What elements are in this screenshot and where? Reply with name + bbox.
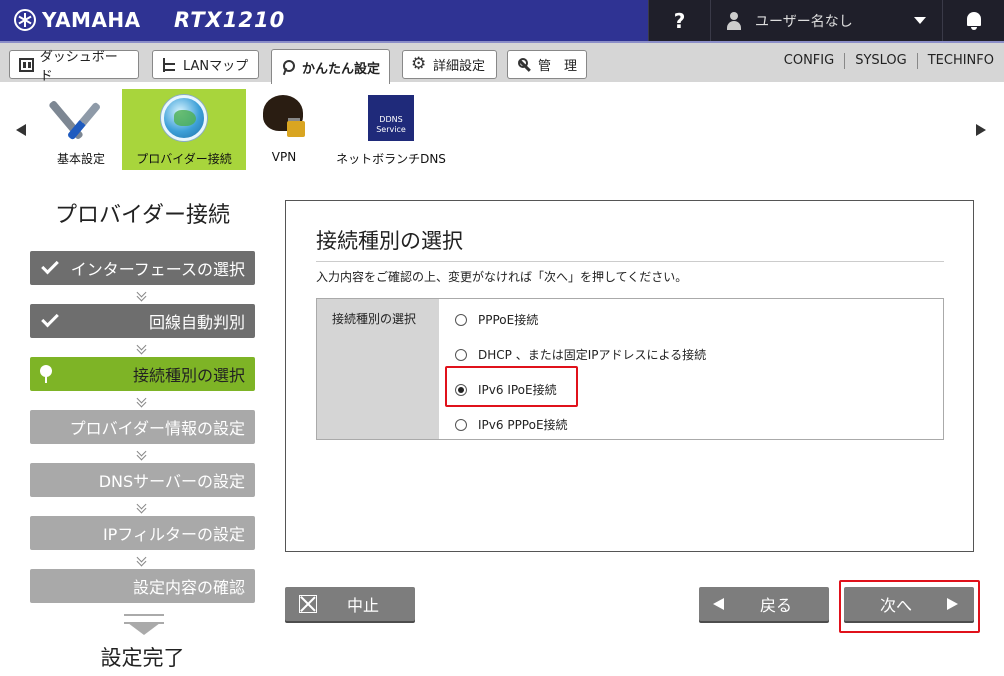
model-name: RTX1210 [174,8,286,32]
carousel-prev-arrow[interactable] [16,124,26,136]
step-confirm: 設定内容の確認 [30,569,255,603]
close-icon [299,595,317,613]
step-label: IPフィルターの設定 [102,525,245,544]
tab-label: かんたん設定 [302,61,381,77]
carousel-item-provider-connection[interactable]: プロバイダー接続 [122,89,246,170]
carousel-item-vpn[interactable]: VPN [254,89,314,170]
option-label: IPv6 PPPoE接続 [478,418,568,432]
highlight-box-selected-option [445,366,578,407]
pin-icon [40,365,52,383]
globe-icon [159,95,209,143]
tab-advanced-settings[interactable]: 詳細設定 [402,50,497,79]
header-right: ? ユーザー名なし [648,0,1004,41]
globe-graphic [161,95,207,141]
chevron-down-icon [137,556,147,566]
step-label: 接続種別の選択 [132,366,245,385]
radio-button[interactable] [455,313,467,326]
step-ip-filter: IPフィルターの設定 [30,516,255,550]
step-label: プロバイダー情報の設定 [69,419,245,438]
step-provider-info: プロバイダー情報の設定 [30,410,255,444]
techinfo-link[interactable]: TECHINFO [916,53,1004,69]
lan-map-icon [162,57,177,72]
radio-button[interactable] [455,348,467,361]
wizard-title: プロバイダー接続 [54,203,231,228]
notification-button[interactable] [942,0,1004,41]
field-label: 接続種別の選択 [317,299,439,439]
chevron-down-icon [137,291,147,301]
tab-label: ダッシュボード [39,49,118,84]
easy-setup-icon [281,60,296,74]
yamaha-tuning-fork-icon [14,9,36,31]
ddns-service-icon: DDNS Service [366,95,416,143]
user-icon [727,11,741,30]
vpn-lock-icon [259,95,309,143]
wrench-icon [517,57,532,72]
ddns-badge: DDNS Service [368,95,414,141]
chevron-down-icon [137,397,147,407]
top-header: YAMAHA RTX1210 ? ユーザー名なし [0,0,1004,41]
tab-management[interactable]: 管 理 [507,50,587,79]
tab-easy-setup[interactable]: かんたん設定 [271,49,390,84]
chevron-down-icon [914,17,926,24]
brand-name: YAMAHA [42,8,141,32]
step-label: インターフェースの選択 [70,260,245,279]
check-icon [41,309,59,328]
step-connection-type: 接続種別の選択 [30,357,255,391]
carousel-item-basic-settings[interactable]: 基本設定 [46,89,116,170]
tab-label: LANマップ [183,59,249,74]
connection-type-form: 接続種別の選択 PPPoE接続 DHCP 、または固定IPアドレスによる接続 I… [316,298,944,440]
chevron-down-icon [137,503,147,513]
highlight-box-next-button [839,580,980,633]
arrow-left-icon [713,598,724,610]
option-dhcp-static[interactable]: DHCP 、または固定IPアドレスによる接続 [455,346,706,363]
panel-title: 接続種別の選択 [316,225,944,262]
panel-description: 入力内容をご確認の上、変更がなければ「次へ」を押してください。 [316,270,688,284]
button-label: 戻る [760,596,793,615]
button-label: 中止 [347,596,380,615]
dashboard-icon [19,57,34,72]
bell-icon [966,11,982,30]
carousel-item-label: VPN [271,150,297,164]
tab-label: 管 理 [538,59,578,74]
step-complete: 設定完了 [100,646,185,670]
carousel-next-arrow[interactable] [976,124,986,136]
cancel-button[interactable]: 中止 [285,587,415,621]
chevron-down-icon [137,344,147,354]
option-ipv6-pppoe[interactable]: IPv6 PPPoE接続 [455,416,568,433]
option-label: PPPoE接続 [478,313,539,327]
connection-type-panel: 接続種別の選択 入力内容をご確認の上、変更がなければ「次へ」を押してください。 … [285,200,974,552]
back-button[interactable]: 戻る [699,587,829,621]
step-label: 回線自動判別 [148,313,245,332]
step-interface-select: インターフェースの選択 [30,251,255,285]
gear-icon [411,54,427,74]
radio-button[interactable] [455,418,467,431]
tools-icon [56,95,106,143]
yamaha-logo: YAMAHA [14,8,141,32]
top-links: CONFIG SYSLOG TECHINFO [774,53,1004,69]
option-pppoe[interactable]: PPPoE接続 [455,311,538,328]
main-tab-bar: ダッシュボード LANマップ かんたん設定 詳細設定 管 理 CONFIG SY… [0,41,1004,84]
tab-label: 詳細設定 [433,59,486,74]
user-name: ユーザー名なし [755,13,853,30]
carousel-item-label: 基本設定 [56,152,105,166]
user-menu[interactable]: ユーザー名なし [710,0,942,41]
carousel-item-label: ネットボランチDNS [336,152,446,166]
check-icon [41,256,59,275]
step-label: DNSサーバーの設定 [98,472,245,491]
config-link[interactable]: CONFIG [774,53,844,69]
carousel-item-netvolante-dns[interactable]: DDNS Service ネットボランチDNS [330,89,452,170]
syslog-link[interactable]: SYSLOG [844,53,917,69]
arrow-down-icon [124,614,164,636]
carousel-item-label: プロバイダー接続 [136,152,232,166]
tab-dashboard[interactable]: ダッシュボード [9,50,139,84]
tab-lan-map[interactable]: LANマップ [152,50,259,79]
step-line-detection: 回線自動判別 [30,304,255,338]
option-label: DHCP 、または固定IPアドレスによる接続 [478,348,707,362]
step-dns-server: DNSサーバーの設定 [30,463,255,497]
chevron-down-icon [137,450,147,460]
help-button[interactable]: ? [648,0,710,41]
step-label: 設定内容の確認 [132,578,245,597]
function-carousel: 基本設定 プロバイダー接続 VPN DDNS Service ネットボランチDN… [0,84,1004,170]
